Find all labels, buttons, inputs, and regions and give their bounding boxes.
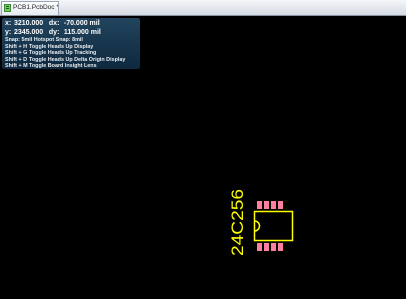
component-designator[interactable]: 24C256 [228, 189, 247, 256]
pad[interactable] [278, 243, 283, 251]
pad[interactable] [257, 201, 262, 209]
pad[interactable] [264, 201, 269, 209]
pad[interactable] [257, 243, 262, 251]
bottom-pads [257, 243, 283, 251]
pad[interactable] [264, 243, 269, 251]
component-24c256[interactable]: 24C256 [0, 0, 406, 299]
pad[interactable] [278, 201, 283, 209]
top-pads [257, 201, 283, 209]
pad[interactable] [271, 243, 276, 251]
pad[interactable] [271, 201, 276, 209]
